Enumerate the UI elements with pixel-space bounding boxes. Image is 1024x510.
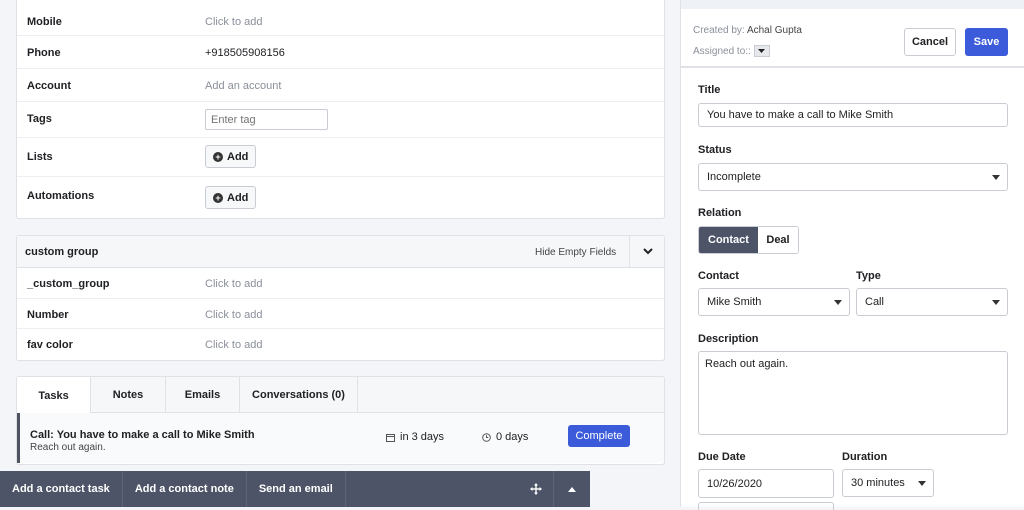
- field-row-number: Number Click to add: [17, 299, 664, 329]
- contact-select[interactable]: Mike Smith: [698, 288, 850, 316]
- clock-icon: [482, 432, 491, 442]
- field-label: Mobile: [27, 16, 62, 28]
- assignee-dropdown[interactable]: [753, 45, 770, 57]
- task-item[interactable]: Call: You have to make a call to Mike Sm…: [17, 413, 664, 463]
- field-label: Tags: [27, 113, 52, 125]
- assigned-to: Assigned to::: [693, 45, 770, 57]
- due-date-label: Due Date: [698, 451, 746, 463]
- activity-tabs: Tasks Notes Emails Conversations (0): [17, 377, 664, 414]
- tag-input[interactable]: [205, 109, 328, 130]
- field-label: Account: [27, 80, 71, 92]
- status-select[interactable]: Incomplete: [698, 163, 1008, 191]
- add-label: Add: [227, 150, 249, 163]
- field-row-custom-group: _custom_group Click to add: [17, 268, 664, 299]
- cancel-button[interactable]: Cancel: [904, 28, 956, 56]
- send-email-button[interactable]: Send an email: [247, 471, 346, 507]
- field-row-automations: Automations + Add: [17, 177, 664, 218]
- add-contact-note-button[interactable]: Add a contact note: [123, 471, 247, 507]
- caret-down-icon: [992, 175, 1000, 180]
- caret-up-icon: [568, 486, 576, 492]
- task-due: in 3 days: [386, 431, 444, 443]
- created-by: Created by: Achal Gupta: [693, 25, 802, 36]
- relation-deal-option[interactable]: Deal: [758, 227, 798, 253]
- status-label: Status: [698, 144, 732, 156]
- caret-down-icon: [758, 49, 766, 53]
- type-label: Type: [856, 270, 881, 282]
- contact-fields-card: Mobile Click to add Phone +918505908156 …: [16, 0, 665, 219]
- calendar-icon: [386, 433, 395, 442]
- bottom-action-bar: Add a contact task Add a contact note Se…: [0, 471, 590, 507]
- field-label: _custom_group: [27, 278, 110, 290]
- phone-value[interactable]: +918505908156: [205, 47, 285, 59]
- title-input[interactable]: You have to make a call to Mike Smith: [698, 103, 1008, 127]
- field-label: Number: [27, 309, 69, 321]
- add-label: Add: [227, 191, 249, 204]
- field-row-mobile: Mobile Click to add: [17, 0, 664, 36]
- number-click-to-add[interactable]: Click to add: [205, 309, 262, 321]
- tab-conversations[interactable]: Conversations (0): [240, 377, 358, 413]
- collapse-toggle[interactable]: [629, 236, 665, 267]
- field-row-account: Account Add an account: [17, 69, 664, 102]
- relation-toggle: Contact Deal: [698, 226, 799, 254]
- caret-down-icon: [918, 481, 926, 486]
- task-duration: 0 days: [482, 431, 528, 443]
- add-contact-task-button[interactable]: Add a contact task: [0, 471, 123, 507]
- complete-task-button[interactable]: Complete: [568, 425, 630, 447]
- add-automation-button[interactable]: + Add: [205, 186, 257, 209]
- caret-down-icon: [834, 300, 842, 305]
- chevron-down-icon: [642, 248, 653, 255]
- type-select[interactable]: Call: [856, 288, 1008, 316]
- task-subtitle: Reach out again.: [30, 442, 106, 453]
- expand-bar-toggle[interactable]: [553, 471, 590, 507]
- due-time-input[interactable]: [698, 502, 834, 510]
- relation-contact-option[interactable]: Contact: [699, 227, 758, 253]
- add-list-button[interactable]: + Add: [205, 145, 257, 168]
- plus-circle-icon: +: [213, 151, 223, 162]
- field-row-phone: Phone +918505908156: [17, 36, 664, 69]
- tab-tasks[interactable]: Tasks: [17, 377, 91, 414]
- duration-label: Duration: [842, 451, 888, 463]
- description-textarea[interactable]: Reach out again.: [698, 351, 1008, 435]
- mobile-click-to-add[interactable]: Click to add: [205, 16, 262, 28]
- activity-card: Tasks Notes Emails Conversations (0) Cal…: [16, 376, 665, 465]
- caret-down-icon: [992, 300, 1000, 305]
- tab-emails[interactable]: Emails: [166, 377, 240, 413]
- contact-detail-panel: Mobile Click to add Phone +918505908156 …: [0, 0, 680, 507]
- save-button[interactable]: Save: [965, 28, 1008, 56]
- description-label: Description: [698, 333, 759, 345]
- plus-circle-icon: +: [213, 192, 223, 203]
- fav-color-click-to-add[interactable]: Click to add: [205, 339, 262, 351]
- duration-select[interactable]: 30 minutes: [842, 469, 934, 497]
- task-panel-header: Created by: Achal Gupta Assigned to:: Ca…: [681, 9, 1024, 68]
- field-label: Lists: [27, 151, 53, 163]
- custom-group-card: custom group Hide Empty Fields _custom_g…: [16, 235, 665, 361]
- tab-notes[interactable]: Notes: [91, 377, 166, 413]
- field-label: fav color: [27, 339, 73, 351]
- field-row-tags: Tags: [17, 102, 664, 138]
- contact-label: Contact: [698, 270, 739, 282]
- task-edit-panel: Created by: Achal Gupta Assigned to:: Ca…: [680, 0, 1024, 510]
- custom-group-title: custom group: [25, 246, 99, 258]
- title-label: Title: [698, 84, 721, 96]
- move-handle[interactable]: [519, 471, 553, 507]
- field-row-fav-color: fav color Click to add: [17, 329, 664, 360]
- due-date-input[interactable]: 10/26/2020: [698, 469, 834, 498]
- task-title: Call: You have to make a call to Mike Sm…: [30, 429, 255, 441]
- add-account-link[interactable]: Add an account: [205, 80, 281, 92]
- field-label: Automations: [27, 190, 95, 202]
- custom-group-header: custom group Hide Empty Fields: [17, 236, 664, 268]
- relation-label: Relation: [698, 207, 742, 219]
- field-row-lists: Lists + Add: [17, 138, 664, 177]
- hide-empty-fields-link[interactable]: Hide Empty Fields: [535, 247, 616, 258]
- panel-top-strip: [681, 0, 1024, 9]
- field-label: Phone: [27, 47, 61, 59]
- custom-group-click-to-add[interactable]: Click to add: [205, 278, 262, 290]
- move-arrows-icon: [530, 483, 542, 495]
